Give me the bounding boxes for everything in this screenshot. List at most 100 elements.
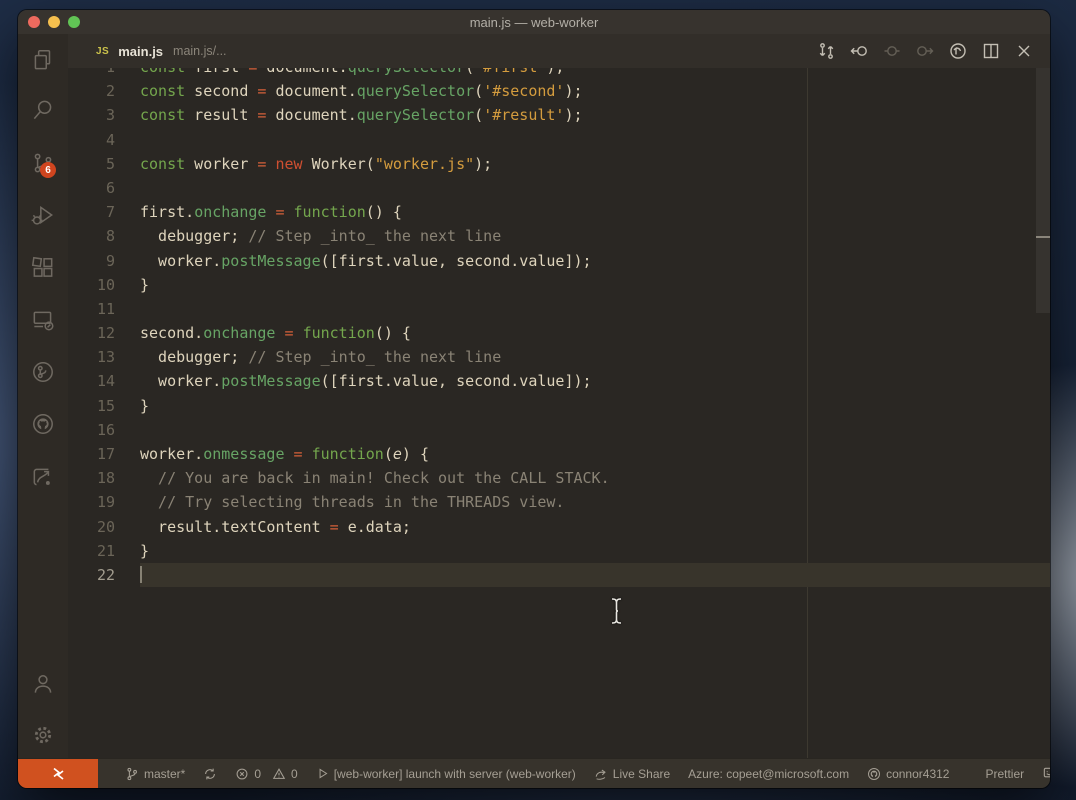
code-text: worker.onmessage = function(e) { [140, 442, 1050, 466]
github-icon [30, 411, 56, 437]
zoom-window-button[interactable] [68, 16, 80, 28]
sidebar-item-remote-explorer[interactable] [30, 307, 56, 333]
code-line-9[interactable]: 9 worker.postMessage([first.value, secon… [68, 249, 1050, 273]
sidebar-item-misc-extension[interactable] [30, 464, 56, 490]
git-branch-status[interactable]: master* [116, 759, 194, 788]
run-circle-icon[interactable] [948, 41, 968, 61]
code-editor[interactable]: 1 const first = document.querySelector('#… [68, 68, 1050, 758]
sidebar-item-explorer[interactable] [30, 47, 56, 73]
azure-account-status[interactable]: Azure: copeet@microsoft.com [679, 759, 858, 788]
code-text: worker.postMessage([first.value, second.… [140, 249, 1050, 273]
remote-indicator[interactable] [18, 759, 98, 788]
code-line-16[interactable]: 16 [68, 418, 1050, 442]
launch-config-status[interactable]: [web-worker] launch with server (web-wor… [307, 759, 585, 788]
line-number[interactable]: 21 [68, 539, 115, 563]
code-line-21[interactable]: 21} [68, 539, 1050, 563]
step-paused-circle-icon[interactable] [882, 41, 902, 61]
line-number[interactable]: 20 [68, 515, 115, 539]
github-status-icon [867, 767, 881, 781]
line-number[interactable]: 13 [68, 345, 115, 369]
step-forward-circle-icon[interactable] [915, 41, 935, 61]
line-number[interactable]: 19 [68, 490, 115, 514]
breadcrumb[interactable]: main.js/... [173, 44, 227, 58]
problems-status[interactable]: 0 0 [226, 759, 306, 788]
line-number[interactable]: 12 [68, 321, 115, 345]
code-line-13[interactable]: 13 debugger; // Step _into_ the next lin… [68, 345, 1050, 369]
line-number[interactable]: 6 [68, 176, 115, 200]
sidebar-item-extensions[interactable] [30, 255, 56, 281]
code-line-18[interactable]: 18 // You are back in main! Check out th… [68, 466, 1050, 490]
line-number[interactable]: 2 [68, 79, 115, 103]
code-text: } [140, 394, 1050, 418]
line-number[interactable]: 3 [68, 103, 115, 127]
code-line-22[interactable]: 22 [68, 563, 1050, 587]
sync-status[interactable] [194, 759, 226, 788]
code-line-6[interactable]: 6 [68, 176, 1050, 200]
line-number[interactable]: 4 [68, 128, 115, 152]
code-line-5[interactable]: 5const worker = new Worker("worker.js"); [68, 152, 1050, 176]
code-line-3[interactable]: 3const result = document.querySelector('… [68, 103, 1050, 127]
line-number[interactable]: 1 [68, 68, 115, 79]
title-bar[interactable]: main.js — web-worker [18, 10, 1050, 34]
line-number[interactable]: 18 [68, 466, 115, 490]
code-text: result.textContent = e.data; [140, 515, 1050, 539]
feedback-icon [1042, 766, 1050, 781]
code-text: const first = document.querySelector('#f… [140, 68, 1050, 79]
status-bar: master* 0 0 [web-worker] launch with ser… [18, 758, 1050, 788]
code-line-2[interactable]: 2const second = document.querySelector('… [68, 79, 1050, 103]
line-number[interactable]: 16 [68, 418, 115, 442]
live-share-status[interactable]: Live Share [585, 759, 679, 788]
code-text [140, 418, 1050, 442]
line-number[interactable]: 9 [68, 249, 115, 273]
live-share-icon [594, 767, 608, 781]
editor-scrollbar[interactable] [1036, 68, 1050, 758]
code-text: second.onchange = function() { [140, 321, 1050, 345]
feedback-status[interactable] [1033, 759, 1050, 788]
code-line-19[interactable]: 19 // Try selecting threads in the THREA… [68, 490, 1050, 514]
split-editor-icon[interactable] [981, 41, 1001, 61]
code-line-14[interactable]: 14 worker.postMessage([first.value, seco… [68, 369, 1050, 393]
code-line-15[interactable]: 15} [68, 394, 1050, 418]
step-back-circle-icon[interactable] [849, 41, 869, 61]
compare-changes-icon[interactable] [816, 41, 836, 61]
sync-icon [203, 767, 217, 781]
github-account-status[interactable]: connor4312 [858, 759, 958, 788]
sidebar-item-run-debug[interactable] [30, 202, 56, 228]
line-number[interactable]: 15 [68, 394, 115, 418]
sidebar-item-accounts[interactable] [30, 671, 56, 697]
prettier-status[interactable]: Prettier [976, 759, 1033, 788]
line-number[interactable]: 14 [68, 369, 115, 393]
sidebar-item-settings[interactable] [30, 722, 56, 748]
line-number[interactable]: 10 [68, 273, 115, 297]
line-number[interactable]: 22 [68, 563, 115, 587]
code-line-10[interactable]: 10} [68, 273, 1050, 297]
gitlens-icon [30, 359, 56, 385]
code-line-11[interactable]: 11 [68, 297, 1050, 321]
errors-icon [235, 767, 249, 781]
code-text: // Try selecting threads in the THREADS … [140, 490, 1050, 514]
code-text [140, 128, 1050, 152]
extensions-icon [30, 255, 56, 281]
line-number[interactable]: 7 [68, 200, 115, 224]
line-number[interactable]: 8 [68, 224, 115, 248]
sidebar-item-search[interactable] [30, 97, 56, 123]
scrollbar-slider[interactable] [1036, 68, 1050, 313]
close-editor-icon[interactable] [1014, 41, 1034, 61]
settings-gear-icon [30, 722, 56, 748]
code-line-8[interactable]: 8 debugger; // Step _into_ the next line [68, 224, 1050, 248]
line-number[interactable]: 17 [68, 442, 115, 466]
sidebar-item-github[interactable] [30, 411, 56, 437]
line-number[interactable]: 11 [68, 297, 115, 321]
line-number[interactable]: 5 [68, 152, 115, 176]
code-line-1[interactable]: 1 const first = document.querySelector('#… [68, 68, 1050, 79]
code-line-12[interactable]: 12 second.onchange = function() { [68, 321, 1050, 345]
code-line-17[interactable]: 17 worker.onmessage = function(e) { [68, 442, 1050, 466]
close-window-button[interactable] [28, 16, 40, 28]
sidebar-item-gitlens[interactable] [30, 359, 56, 385]
minimize-window-button[interactable] [48, 16, 60, 28]
tab-bar: JS main.js main.js/... [68, 34, 1050, 68]
tab-main-js[interactable]: JS main.js [68, 34, 163, 68]
code-line-4[interactable]: 4 [68, 128, 1050, 152]
code-line-7[interactable]: 7first.onchange = function() { [68, 200, 1050, 224]
code-line-20[interactable]: 20 result.textContent = e.data; [68, 515, 1050, 539]
